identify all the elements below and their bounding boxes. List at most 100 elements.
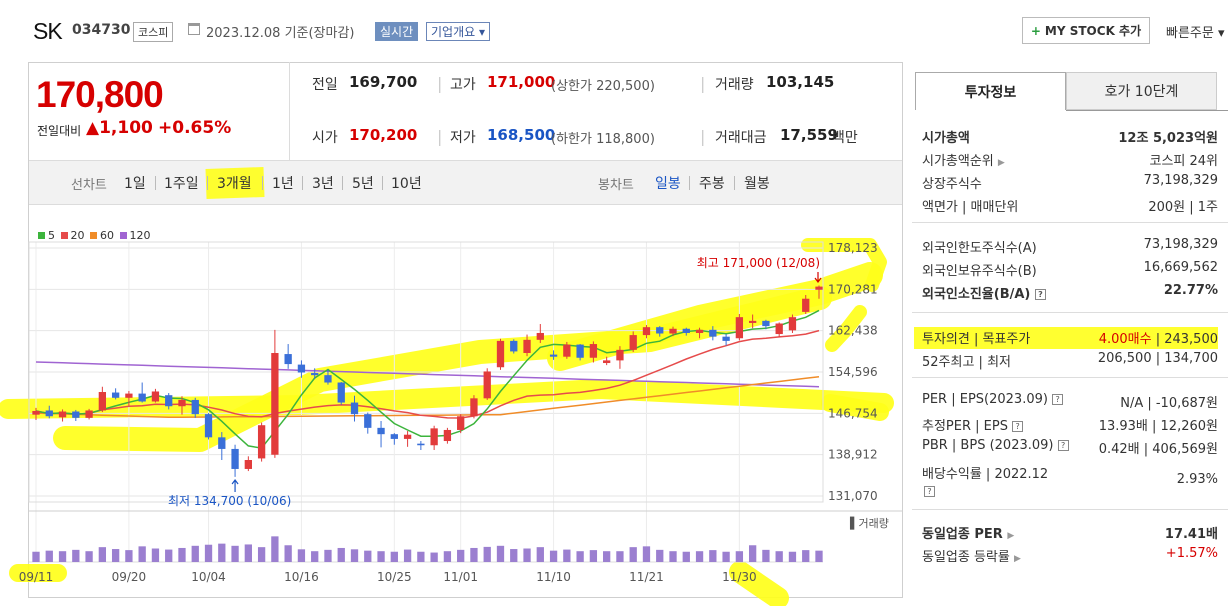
candle-body	[656, 327, 664, 334]
volume-bar	[470, 547, 478, 562]
volume-bar	[788, 551, 797, 562]
y-tick-label: 170,281	[828, 282, 878, 296]
candle-body	[470, 398, 478, 417]
volume-bar	[722, 551, 730, 562]
volume-bar	[616, 551, 624, 562]
volume-bar	[576, 551, 584, 562]
volume-bar	[762, 549, 770, 562]
candle-body	[364, 414, 372, 428]
info-row-sector-per[interactable]: 동일업종 PER ▶ 17.41배	[922, 520, 1218, 544]
volume-bar	[417, 551, 425, 562]
candle-body	[802, 298, 810, 312]
volume-bar	[111, 549, 120, 562]
info-row-dividend: 배당수익률 | 2022.12? 2.93%	[922, 467, 1218, 497]
volume-bar	[364, 550, 372, 562]
candle-body	[775, 323, 783, 335]
info-row-face-value: 액면가 | 매매단위 200원 | 1주	[922, 200, 1218, 215]
y-tick-label: 178,123	[828, 241, 878, 255]
volume-bar	[98, 547, 107, 562]
help-icon: ?	[1052, 394, 1064, 405]
my-stock-add-button[interactable]: + MY STOCK 추가	[1022, 17, 1150, 44]
candle-body	[390, 434, 398, 439]
y-tick-label: 131,070	[828, 489, 878, 503]
candle-body	[125, 393, 133, 398]
volume-bar	[403, 549, 412, 562]
volume-bar	[257, 547, 266, 562]
candle-body	[218, 437, 226, 449]
volume-label: ▌거래량	[849, 516, 889, 530]
volume-bar	[536, 547, 544, 562]
volume-bar	[125, 550, 133, 562]
volume-bar	[457, 549, 465, 562]
x-tick-label: 10/16	[284, 570, 319, 584]
divider	[912, 312, 1228, 313]
chevron-right-icon: ▶	[1007, 531, 1015, 541]
divider	[912, 509, 1228, 510]
candle-body	[483, 371, 491, 399]
volume-bar	[815, 550, 823, 562]
info-row-per-eps: PER | EPS(2023.09) ? N/A | -10,687원	[922, 392, 1218, 411]
x-tick-label: 11/21	[629, 570, 664, 584]
volume-bar	[324, 549, 332, 562]
candle-body	[297, 364, 306, 373]
candle-body	[549, 354, 558, 357]
candlestick-chart: 178,123 170,281 162,438 154,596 146,754 138,9…	[0, 238, 903, 606]
candle-body	[695, 329, 704, 333]
volume-bar	[443, 551, 452, 562]
volume-bar	[165, 549, 173, 562]
candle-body	[589, 344, 598, 358]
tab-investment-info[interactable]: 투자정보	[915, 72, 1066, 110]
volume-bar	[629, 547, 637, 562]
tab-orderbook[interactable]: 호가 10단계	[1066, 72, 1217, 110]
y-tick-label: 138,912	[828, 448, 878, 462]
volume-bar	[151, 548, 160, 562]
volume-bar	[390, 551, 398, 562]
volume-bar	[58, 551, 67, 562]
candle-body	[430, 428, 438, 446]
volume-bar	[775, 551, 783, 562]
candle-body	[788, 317, 797, 331]
volume-bar	[483, 546, 491, 562]
candle-body	[536, 332, 544, 340]
candle-body	[417, 443, 425, 446]
help-icon: ?	[1012, 421, 1024, 432]
volume-bar	[549, 550, 558, 562]
info-row-market-cap: 시가총액 12조 5,023억원	[922, 131, 1218, 146]
x-tick-label: 11/01	[443, 570, 478, 584]
fast-order-dropdown[interactable]: 빠른주문 ▾	[1166, 22, 1225, 41]
plus-icon: +	[1030, 23, 1041, 38]
volume-bar	[311, 551, 319, 562]
candle-body	[563, 344, 571, 357]
high-annotation: 최고 171,000 (12/08)	[697, 256, 820, 270]
candle-body	[72, 411, 80, 418]
info-row-sector-change[interactable]: 동일업종 등락률 ▶ +1.57%	[922, 543, 1218, 567]
candle-body	[735, 317, 744, 339]
y-tick-label: 162,438	[828, 324, 878, 338]
candle-body	[178, 399, 186, 407]
volume-bar	[682, 551, 690, 562]
candle-body	[257, 425, 266, 459]
candle-body	[682, 328, 690, 333]
volume-bar	[748, 545, 757, 562]
candle-body	[709, 329, 717, 337]
candle-body	[111, 392, 120, 398]
info-row-cap-rank[interactable]: 시가총액순위 ▶ 코스피 24위	[922, 147, 1218, 171]
candle-body	[510, 340, 518, 352]
candle-body	[311, 373, 319, 376]
candle-body	[151, 391, 160, 402]
volume-bar	[589, 550, 598, 562]
volume-bar	[231, 545, 239, 562]
chevron-right-icon: ▶	[1014, 554, 1021, 564]
candle-body	[377, 427, 385, 435]
candle-body	[669, 328, 677, 334]
info-row-est-per: 추정PER | EPS ? 13.93배 | 12,260원	[922, 419, 1218, 434]
volume-bar	[350, 549, 359, 562]
candle-body	[722, 336, 730, 341]
candle-body	[204, 414, 213, 438]
chevron-right-icon: ▶	[997, 158, 1005, 168]
volume-bar	[802, 550, 810, 562]
volume-bar	[735, 551, 744, 562]
candle-body	[457, 416, 465, 430]
divider	[912, 377, 1228, 378]
divider	[1066, 110, 1228, 111]
